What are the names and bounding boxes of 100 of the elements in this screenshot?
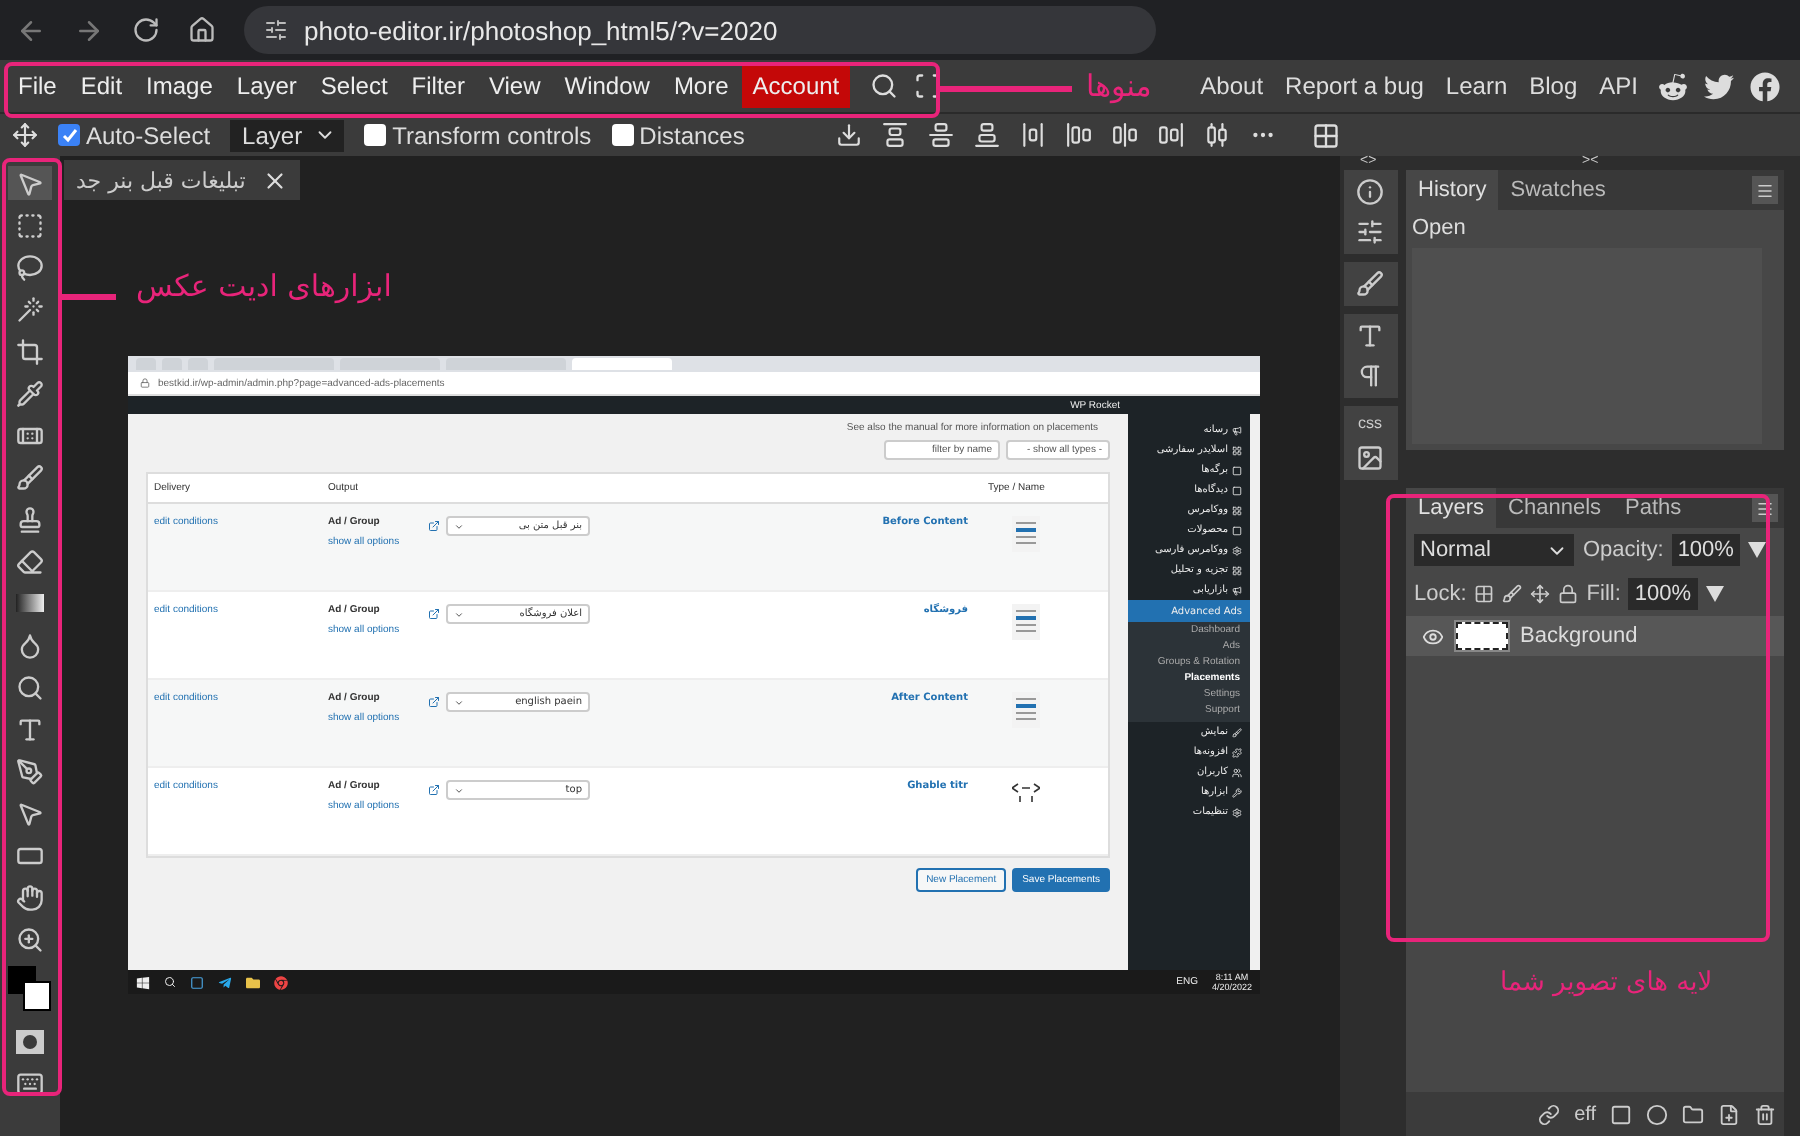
brush-icon[interactable] — [1356, 270, 1384, 298]
fullscreen-icon[interactable] — [913, 72, 942, 100]
search-icon[interactable] — [869, 72, 898, 100]
marquee-icon[interactable] — [16, 211, 44, 239]
blend-mode-select[interactable]: Normal — [1414, 534, 1575, 566]
panel-tab[interactable]: Channels — [1496, 488, 1614, 528]
document-tab[interactable]: تبلیغات قبل بنر جد — [64, 160, 300, 200]
menu-item[interactable]: Edit — [70, 64, 133, 108]
magnifier-icon[interactable] — [16, 673, 44, 701]
paragraph-icon[interactable] — [1356, 362, 1384, 390]
fill-field[interactable]: 100% — [1628, 578, 1698, 610]
checkbox[interactable] — [611, 124, 634, 146]
menu-item[interactable]: Account — [742, 64, 850, 108]
brush-icon[interactable] — [16, 463, 44, 491]
close-icon[interactable] — [261, 167, 288, 193]
nav-link[interactable]: API — [1599, 72, 1638, 100]
color-swatches-icon[interactable] — [6, 964, 54, 1016]
align-center-icon[interactable] — [1112, 122, 1139, 148]
stamp-icon[interactable] — [16, 505, 44, 533]
layer-row[interactable]: Background — [1406, 616, 1784, 656]
opacity-field[interactable]: 100% — [1671, 534, 1740, 566]
zoom-icon[interactable] — [16, 925, 44, 953]
magic-wand-icon[interactable] — [16, 295, 44, 323]
align-left-icon[interactable] — [1066, 122, 1093, 148]
menu-item[interactable]: View — [478, 64, 551, 108]
home-icon[interactable] — [188, 16, 216, 44]
brush-icon[interactable] — [1502, 584, 1523, 604]
menu-item[interactable]: Filter — [401, 64, 475, 108]
lasso-icon[interactable] — [16, 253, 44, 281]
checkbox-label: Transform controls — [392, 121, 592, 149]
nav-link[interactable]: Blog — [1529, 72, 1578, 100]
forward-icon[interactable] — [74, 15, 104, 45]
align-right-icon[interactable] — [1158, 122, 1185, 148]
windows-icon — [136, 975, 150, 989]
history-item[interactable]: Open — [1412, 216, 1778, 240]
dropdown-arrow-icon[interactable] — [1747, 542, 1766, 558]
path-select-icon[interactable] — [16, 799, 44, 827]
dropdown-arrow-icon[interactable] — [1705, 586, 1724, 602]
image-icon[interactable] — [1356, 444, 1384, 472]
chevron-icon — [454, 521, 464, 531]
panel-tab[interactable]: Paths — [1613, 488, 1694, 528]
eyedropper-icon[interactable] — [16, 379, 44, 407]
align-top-icon[interactable] — [882, 122, 909, 148]
effects-label[interactable]: eff — [1574, 1103, 1596, 1125]
menu-item[interactable]: Window — [554, 64, 660, 108]
type-icon[interactable] — [16, 715, 44, 743]
distribute-horizontal-icon[interactable] — [1204, 122, 1231, 148]
address-bar[interactable]: photo-editor.ir/photoshop_html5/?v=2020 — [244, 6, 1156, 54]
nav-link[interactable]: About — [1200, 72, 1264, 100]
reload-icon[interactable] — [132, 16, 160, 44]
move-icon[interactable] — [1530, 584, 1551, 604]
crop-icon[interactable] — [16, 337, 44, 365]
adjustment-icon[interactable] — [1646, 1103, 1668, 1125]
move-icon[interactable] — [12, 122, 38, 148]
layer-name: Background — [1520, 624, 1638, 648]
css-label[interactable]: css — [1358, 414, 1382, 432]
menu-item[interactable]: Select — [310, 64, 398, 108]
download-icon[interactable] — [836, 122, 863, 148]
hand-icon[interactable] — [16, 883, 44, 911]
folder-icon[interactable] — [1682, 1103, 1704, 1125]
trash-icon[interactable] — [1754, 1103, 1776, 1125]
droplet-icon[interactable] — [16, 631, 44, 659]
eye-icon[interactable] — [1422, 625, 1444, 647]
pen-icon[interactable] — [16, 757, 44, 785]
align-bottom-icon[interactable] — [974, 122, 1001, 148]
url-text: photo-editor.ir/photoshop_html5/?v=2020 — [304, 15, 778, 45]
link-icon[interactable] — [1538, 1103, 1561, 1125]
lock-icon[interactable] — [1558, 584, 1579, 604]
reddit-icon[interactable] — [1658, 71, 1688, 101]
distribute-icon[interactable] — [1020, 122, 1047, 148]
eraser-icon[interactable] — [16, 547, 44, 575]
nav-link[interactable]: Learn — [1445, 72, 1508, 100]
move-tool-icon[interactable] — [16, 169, 44, 197]
gradient-icon[interactable] — [16, 594, 44, 612]
back-icon[interactable] — [16, 15, 46, 45]
layer-select[interactable]: Layer — [230, 119, 345, 151]
type-icon[interactable] — [1356, 322, 1384, 350]
twitter-icon[interactable] — [1704, 71, 1734, 101]
info-icon[interactable] — [1356, 178, 1384, 206]
align-middle-icon[interactable] — [928, 122, 955, 148]
site-settings-icon[interactable] — [264, 18, 288, 42]
nav-link[interactable]: Report a bug — [1285, 72, 1424, 100]
menu-item[interactable]: Image — [136, 64, 223, 108]
panel-menu-icon[interactable] — [1752, 176, 1778, 204]
grid-icon[interactable] — [1312, 121, 1341, 149]
keyboard-icon[interactable] — [16, 1069, 44, 1097]
menu-item[interactable]: More — [663, 64, 739, 108]
checker-icon[interactable] — [1474, 584, 1495, 604]
checkbox[interactable] — [364, 124, 387, 146]
facebook-icon[interactable] — [1750, 71, 1780, 101]
new-layer-icon[interactable] — [1718, 1103, 1740, 1125]
panel-tab[interactable]: History — [1406, 170, 1499, 210]
menu-item[interactable]: Layer — [226, 64, 307, 108]
menu-item[interactable]: File — [8, 64, 67, 108]
mask-icon[interactable] — [1610, 1103, 1632, 1125]
panel-tab[interactable]: Swatches — [1498, 170, 1618, 210]
checkbox[interactable] — [58, 124, 80, 146]
panel-tab[interactable]: Layers — [1406, 488, 1497, 528]
adjustments-icon[interactable] — [1356, 218, 1384, 246]
quick-mask-icon[interactable] — [16, 1029, 44, 1053]
